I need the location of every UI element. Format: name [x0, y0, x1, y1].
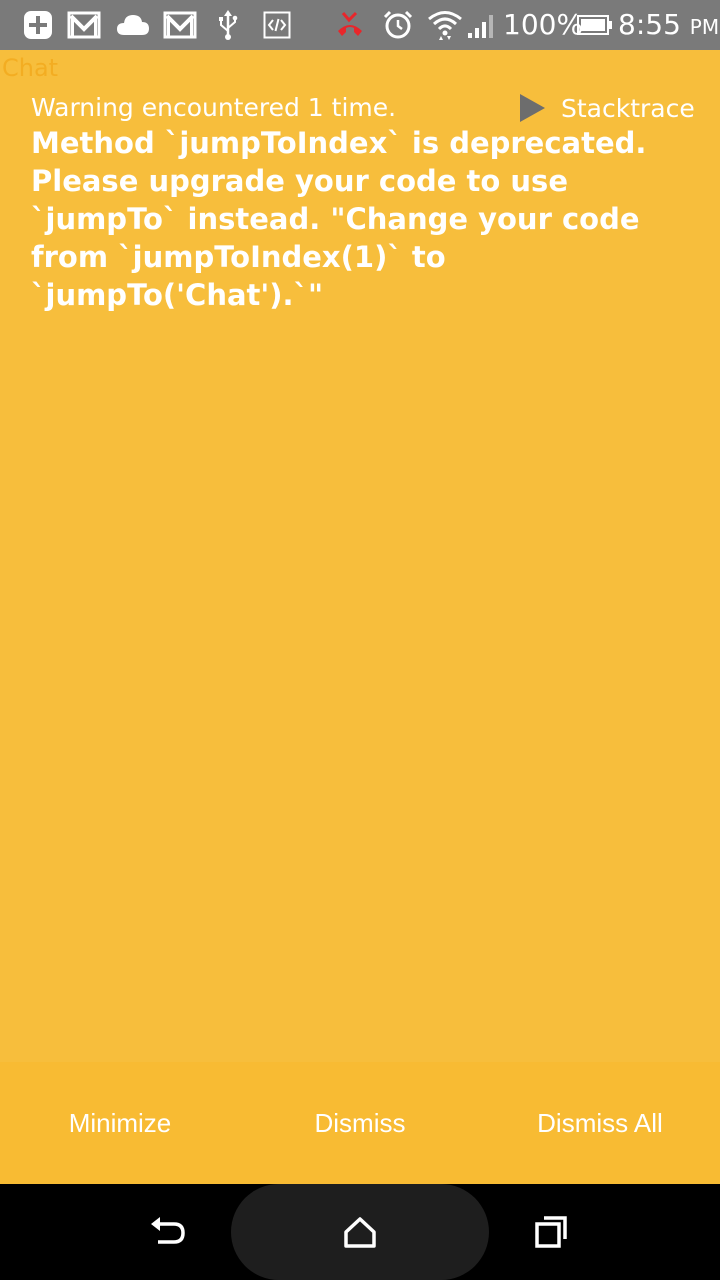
- app-title: Chat: [2, 54, 59, 82]
- clock: 8:55 PM: [618, 8, 719, 44]
- battery-percent: 100%: [503, 8, 584, 41]
- status-bar: 100% 8:55 PM: [0, 0, 720, 50]
- battery-icon: [577, 9, 613, 41]
- recents-icon[interactable]: [524, 1204, 580, 1260]
- clock-ampm: PM: [689, 15, 720, 39]
- gmail-icon: [162, 9, 198, 41]
- stacktrace-toggle[interactable]: Stacktrace: [520, 91, 695, 125]
- code-icon: [262, 9, 292, 41]
- action-bar: Minimize Dismiss Dismiss All: [0, 1062, 720, 1184]
- warning-count: Warning encountered 1 time.: [31, 93, 397, 122]
- wifi-icon: [425, 9, 465, 41]
- back-icon[interactable]: [140, 1204, 196, 1260]
- signal-icon: [466, 9, 496, 41]
- home-icon[interactable]: [332, 1204, 388, 1260]
- warning-message: Method `jumpToIndex` is deprecated. Plea…: [31, 126, 647, 312]
- dismiss-button[interactable]: Dismiss: [240, 1062, 480, 1184]
- nav-bar: [0, 1184, 720, 1280]
- missed-call-icon: [334, 9, 366, 41]
- screen: 100% 8:55 PM Chat Warning encountered 1 …: [0, 0, 720, 1280]
- alarm-icon: [382, 9, 414, 41]
- cloud-icon: [116, 9, 150, 41]
- dismiss-all-button[interactable]: Dismiss All: [480, 1062, 720, 1184]
- stacktrace-label: Stacktrace: [561, 93, 695, 123]
- minimize-button[interactable]: Minimize: [0, 1062, 240, 1184]
- usb-icon: [214, 9, 242, 41]
- clock-time: 8:55: [618, 8, 681, 41]
- gmail-icon: [66, 9, 102, 41]
- play-icon: [520, 94, 545, 122]
- add-icon: [22, 9, 54, 41]
